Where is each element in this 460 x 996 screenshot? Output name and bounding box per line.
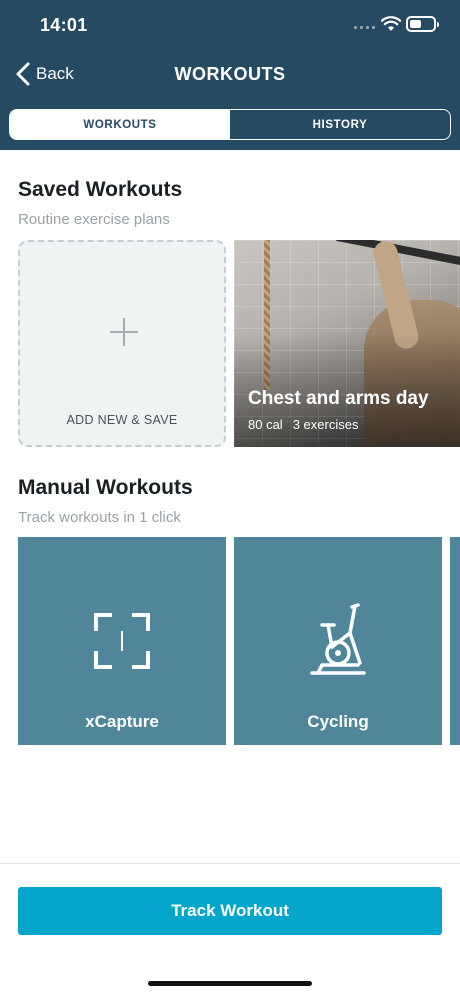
- tab-switcher: WORKOUTS HISTORY: [9, 109, 451, 140]
- tab-history[interactable]: HISTORY: [230, 110, 450, 139]
- manual-workout-next-card[interactable]: [450, 537, 460, 745]
- wifi-icon: [381, 16, 401, 31]
- track-workout-button[interactable]: Track Workout: [18, 887, 442, 935]
- status-bar: 14:01: [0, 0, 460, 50]
- add-new-workout-card[interactable]: ADD NEW & SAVE: [18, 240, 226, 447]
- saved-workout-meta: 80 cal 3 exercises: [248, 417, 358, 432]
- plus-icon: [110, 318, 138, 346]
- home-indicator: [148, 981, 312, 986]
- saved-workouts-subtitle: Routine exercise plans: [18, 211, 170, 228]
- cellular-signal-icon: [354, 26, 375, 29]
- scan-frame-icon: [94, 613, 150, 669]
- battery-icon: [406, 16, 439, 32]
- saved-workout-calories: 80 cal: [248, 417, 283, 432]
- status-time: 14:01: [40, 15, 88, 35]
- tab-workouts[interactable]: WORKOUTS: [10, 110, 230, 139]
- saved-workout-exercises: 3 exercises: [292, 417, 359, 432]
- add-new-label: ADD NEW & SAVE: [66, 413, 178, 427]
- manual-workout-xcapture[interactable]: xCapture: [18, 537, 226, 745]
- manual-workout-label: Cycling: [307, 712, 369, 731]
- exercise-bike-icon: [310, 603, 366, 675]
- manual-workout-label: xCapture: [85, 712, 159, 731]
- saved-workouts-title: Saved Workouts: [18, 178, 183, 201]
- manual-workouts-subtitle: Track workouts in 1 click: [18, 509, 181, 526]
- saved-workout-title: Chest and arms day: [248, 388, 429, 409]
- footer-divider: [0, 863, 460, 864]
- saved-workout-card[interactable]: Chest and arms day 80 cal 3 exercises: [234, 240, 460, 447]
- page-title: WORKOUTS: [174, 64, 286, 84]
- app-header: 14:01 Back WORKOUTS WORKOUTS HISTORY: [0, 0, 460, 150]
- manual-workouts-title: Manual Workouts: [18, 476, 193, 499]
- manual-workout-cycling[interactable]: Cycling: [234, 537, 442, 745]
